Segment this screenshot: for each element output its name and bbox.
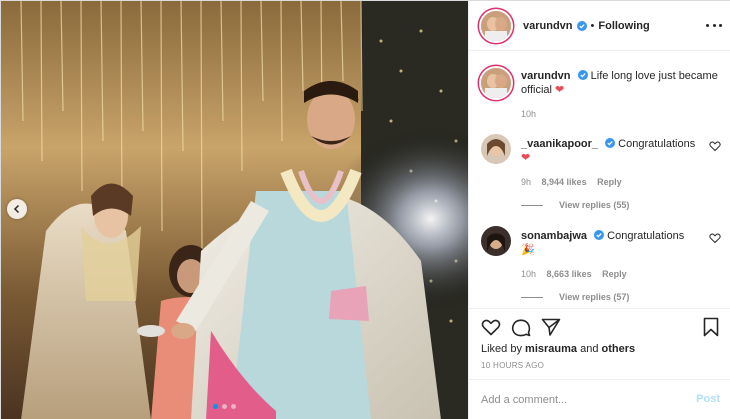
view-replies-button[interactable]: View replies (57) (521, 292, 629, 302)
party-popper-emoji: 🎉 (521, 244, 535, 256)
post-comment-button[interactable]: Post (696, 393, 720, 405)
verified-badge-icon (576, 20, 587, 31)
caption-text-block: varundvn Life long love just became offi… (521, 69, 721, 121)
reply-button[interactable]: Reply (602, 269, 627, 279)
author-avatar[interactable] (481, 10, 511, 41)
avatar-photo (481, 226, 511, 256)
caption-meta: 10h (521, 107, 721, 121)
post-timestamp[interactable]: 10 HOURS AGO (481, 361, 544, 370)
comment-likes[interactable]: 8,944 likes (542, 177, 587, 187)
paper-plane-icon[interactable] (541, 317, 561, 337)
add-comment-input[interactable] (481, 390, 681, 410)
comment-bubble-icon[interactable] (511, 317, 531, 337)
bookmark-icon[interactable] (701, 317, 721, 337)
verified-badge-icon (594, 230, 605, 240)
post-side-panel: varundvn • Following varundvn Life long … (468, 1, 730, 419)
commenter-avatar[interactable] (481, 226, 511, 256)
header-separator: • (590, 19, 595, 32)
liked-by-and: and (580, 343, 599, 355)
avatar-photo (481, 134, 511, 164)
caption-avatar[interactable] (481, 68, 511, 98)
comment-time[interactable]: 10h (521, 269, 536, 279)
liked-by-summary: Liked by misrauma and others (481, 343, 635, 355)
comment-text: Congratulations (618, 138, 696, 150)
verified-badge-icon (577, 70, 588, 80)
comment-username[interactable]: _vaanikapoor_ (521, 138, 598, 150)
commenter-avatar[interactable] (481, 134, 511, 164)
carousel-indicator (213, 404, 236, 409)
heart-emoji: ❤ (555, 84, 565, 96)
view-replies-line (521, 296, 543, 298)
comment-meta: 9h 8,944 likes Reply (521, 175, 696, 189)
comment-text: Congratulations (607, 230, 685, 242)
instagram-post-modal: varundvn • Following varundvn Life long … (0, 0, 730, 419)
post-header: varundvn • Following (469, 1, 730, 51)
liked-by-others-link[interactable]: others (602, 343, 636, 355)
comment-likes[interactable]: 8,663 likes (547, 269, 592, 279)
wedding-photo-illustration (1, 1, 468, 419)
post-photo[interactable] (1, 1, 468, 419)
comment-composer: Post (469, 379, 730, 419)
following-button[interactable]: Following (598, 20, 649, 32)
action-icons-row (481, 317, 721, 339)
view-replies-button[interactable]: View replies (55) (521, 200, 629, 210)
comments-list[interactable]: varundvn Life long love just became offi… (469, 52, 730, 308)
chevron-left-icon (13, 204, 20, 214)
heart-icon[interactable] (709, 232, 721, 244)
reply-button[interactable]: Reply (597, 177, 622, 187)
more-options-icon[interactable] (706, 19, 722, 31)
comment-meta: 10h 8,663 likes Reply (521, 267, 696, 281)
caption-username[interactable]: varundvn (521, 70, 571, 82)
comment-text-block: sonambajwa Congratulations 🎉 10h 8,663 l… (521, 229, 696, 281)
comment-text-block: _vaanikapoor_ Congratulations ❤ 9h 8,944… (521, 137, 696, 189)
carousel-dot-active (213, 404, 218, 409)
caption-time[interactable]: 10h (521, 109, 536, 119)
carousel-dot (222, 404, 227, 409)
view-replies-line (521, 204, 543, 206)
comment-username[interactable]: sonambajwa (521, 230, 587, 242)
avatar-photo (481, 10, 511, 41)
carousel-prev-button[interactable] (7, 199, 27, 219)
heart-icon[interactable] (481, 317, 501, 337)
view-replies-label: View replies (55) (559, 200, 630, 210)
heart-icon[interactable] (709, 140, 721, 152)
comment-time[interactable]: 9h (521, 177, 531, 187)
heart-emoji: ❤ (521, 152, 531, 164)
liked-by-user-link[interactable]: misrauma (525, 343, 577, 355)
post-actions-section: Liked by misrauma and others 10 HOURS AG… (469, 308, 730, 419)
view-replies-label: View replies (57) (559, 292, 630, 302)
carousel-dot (231, 404, 236, 409)
avatar-photo (481, 68, 511, 98)
verified-badge-icon (605, 138, 616, 148)
author-username[interactable]: varundvn (523, 20, 573, 32)
liked-by-prefix: Liked by (481, 343, 522, 355)
